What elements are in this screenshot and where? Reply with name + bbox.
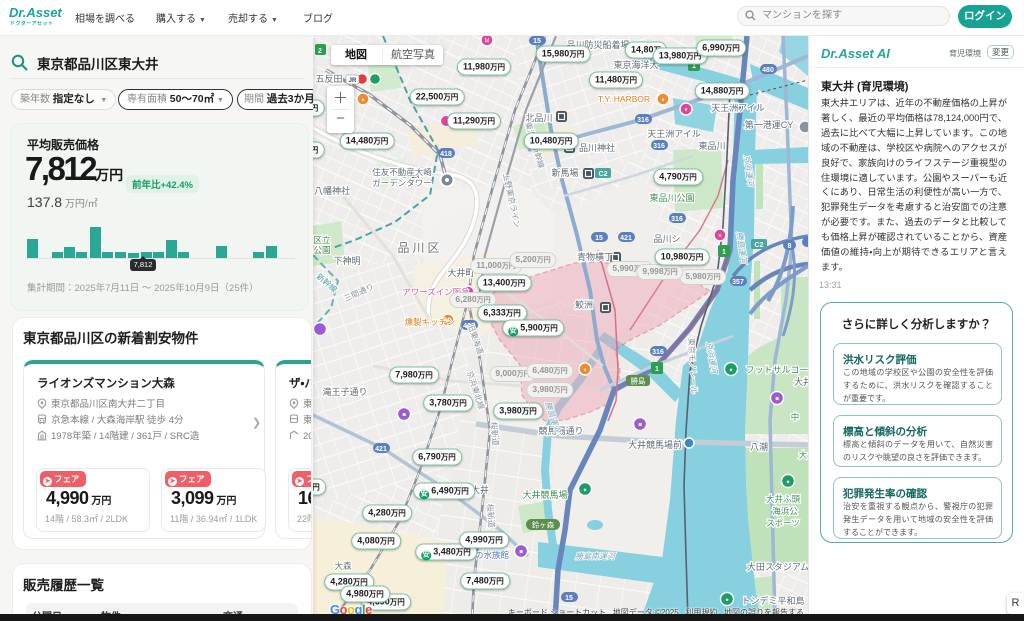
- svg-text:五反田: 五反田: [315, 74, 342, 84]
- svg-text:大井: 大井: [794, 376, 808, 387]
- svg-text:の水族館: の水族館: [475, 550, 510, 560]
- svg-text:♦: ♦: [583, 368, 586, 374]
- svg-text:C2: C2: [599, 171, 608, 178]
- svg-text:▾: ▾: [718, 234, 721, 240]
- svg-text:スポーツ: スポーツ: [766, 518, 800, 528]
- svg-text:天王洲アイル: 天王洲アイル: [711, 103, 765, 113]
- svg-text:下神明: 下神明: [333, 255, 360, 266]
- svg-text:■: ■: [638, 423, 642, 429]
- svg-text:中: 中: [791, 412, 800, 422]
- svg-text:♦: ♦: [361, 98, 364, 104]
- svg-text:▾: ▾: [684, 108, 687, 114]
- svg-text:海浜公: 海浜公: [772, 506, 798, 516]
- svg-text:品川区: 品川区: [397, 241, 442, 255]
- svg-text:316: 316: [653, 143, 665, 150]
- svg-text:住友不動産大崎: 住友不動産大崎: [372, 167, 432, 177]
- svg-text:C2: C2: [755, 242, 764, 249]
- svg-text:鈴ヶ森: 鈴ヶ森: [532, 520, 555, 530]
- svg-text:東品川公園: 東品川公園: [649, 192, 694, 203]
- svg-text:桜新道: 桜新道: [489, 421, 501, 446]
- svg-text:大: 大: [799, 450, 808, 460]
- svg-text:大井競馬場: 大井競馬場: [522, 489, 567, 500]
- svg-text:●: ●: [725, 598, 729, 604]
- svg-text:ガーデンタワー: ガーデンタワー: [372, 178, 432, 188]
- svg-text:区立: 区立: [313, 235, 331, 245]
- svg-text:新馬場: 新馬場: [551, 167, 578, 178]
- svg-text:M: M: [485, 39, 490, 45]
- svg-text:●: ●: [786, 480, 790, 486]
- svg-text:天王洲アイル: 天王洲アイル: [647, 129, 701, 139]
- svg-text:■: ■: [519, 550, 523, 556]
- svg-text:鮫洲: 鮫洲: [575, 299, 593, 310]
- svg-text:421: 421: [620, 235, 632, 242]
- svg-text:東品川: 東品川: [698, 140, 725, 151]
- svg-text:燻製キッチン: 燻製キッチン: [404, 317, 455, 327]
- svg-text:大田スタジアム: 大田スタジアム: [747, 561, 808, 572]
- svg-text:トンデミ平和島: トンデミ平和島: [741, 595, 804, 606]
- svg-text:15: 15: [533, 38, 541, 45]
- svg-text:♦: ♦: [661, 98, 664, 104]
- svg-text:JR: JR: [349, 78, 357, 84]
- svg-text:第一港運CY: 第一港運CY: [745, 119, 794, 130]
- svg-text:316: 316: [637, 117, 649, 124]
- svg-text:滝王子通り: 滝王子通り: [322, 386, 367, 397]
- svg-text:品川神社: 品川神社: [579, 142, 615, 153]
- svg-text:八潮: 八潮: [750, 441, 768, 452]
- svg-text:8: 8: [788, 243, 792, 250]
- svg-text:15: 15: [595, 235, 603, 242]
- svg-text:316: 316: [652, 349, 664, 356]
- svg-text:大井ふ頭: 大井ふ頭: [766, 494, 801, 504]
- svg-text:フットサルコー: フットサルコー: [746, 365, 808, 375]
- svg-text:418: 418: [440, 151, 452, 158]
- svg-text:品川シ: 品川シ: [653, 234, 680, 244]
- svg-text:大森: 大森: [334, 561, 352, 571]
- svg-text:421: 421: [375, 446, 387, 453]
- svg-text:勝島南運河: 勝島南運河: [575, 552, 617, 561]
- svg-text:公園: 公園: [313, 245, 330, 255]
- svg-text:桜新道: 桜新道: [485, 503, 497, 528]
- svg-text:1: 1: [655, 366, 659, 373]
- svg-text:2: 2: [318, 48, 322, 55]
- svg-text:15: 15: [565, 595, 573, 602]
- svg-text:T.Y. HARBOR: T.Y. HARBOR: [598, 94, 650, 104]
- svg-text:■: ■: [775, 397, 779, 403]
- svg-text:東京海洋大: 東京海洋大: [613, 59, 658, 70]
- svg-text:357: 357: [732, 279, 744, 286]
- svg-text:●: ●: [583, 488, 587, 494]
- svg-text:■: ■: [402, 413, 406, 419]
- svg-text:480: 480: [762, 67, 774, 74]
- svg-text:青物横丁: 青物横丁: [577, 251, 613, 262]
- svg-text:316: 316: [671, 216, 683, 223]
- svg-text:大井競馬場前: 大井競馬場前: [628, 439, 682, 450]
- svg-text:勝島: 勝島: [631, 376, 646, 386]
- svg-text:●: ●: [729, 368, 733, 374]
- svg-text:八幡神社: 八幡神社: [314, 185, 350, 196]
- svg-text:1: 1: [722, 249, 726, 256]
